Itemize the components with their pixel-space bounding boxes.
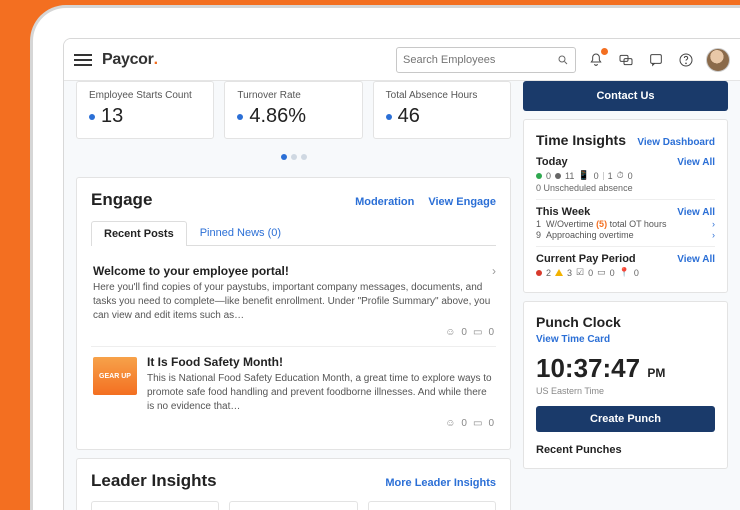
- view-all-period-link[interactable]: View All: [677, 254, 715, 265]
- time-insights-title: Time Insights: [536, 132, 626, 148]
- clock-display: 10:37:47 PM: [536, 353, 715, 384]
- stat-label: Employee Starts Count: [89, 90, 201, 101]
- stats-pager[interactable]: [76, 139, 511, 169]
- chevron-right-icon: ›: [712, 219, 715, 229]
- period-counts: 2 3 ☑0 ▭0 📍0: [536, 267, 715, 278]
- punch-clock-panel: Punch Clock View Time Card 10:37:47 PM U…: [523, 301, 728, 469]
- react-icon[interactable]: ☺: [445, 418, 455, 429]
- this-week-label: This Week: [536, 206, 590, 218]
- view-dashboard-link[interactable]: View Dashboard: [637, 137, 715, 148]
- post-title: Welcome to your employee portal!: [93, 264, 494, 278]
- contact-us-button[interactable]: Contact Us: [523, 81, 728, 111]
- stat-card-absence[interactable]: Total Absence Hours 46: [373, 81, 511, 139]
- notifications-icon[interactable]: [586, 50, 606, 70]
- timezone-label: US Eastern Time: [536, 386, 715, 396]
- search-icon: [557, 54, 569, 66]
- create-punch-button[interactable]: Create Punch: [536, 406, 715, 432]
- chevron-right-icon: ›: [492, 264, 496, 278]
- search-box[interactable]: [396, 47, 576, 73]
- user-avatar[interactable]: [706, 48, 730, 72]
- insight-promotions[interactable]: Promotions 20% % of team who received pr…: [91, 501, 219, 510]
- stat-label: Turnover Rate: [237, 90, 349, 101]
- viewport: Paycor.: [63, 38, 740, 510]
- approaching-overtime-line[interactable]: 9 Approaching overtime ›: [536, 230, 715, 240]
- stat-value: 46: [398, 105, 420, 128]
- pay-period-label: Current Pay Period: [536, 253, 636, 265]
- warning-icon: [555, 269, 563, 276]
- more-leader-insights-link[interactable]: More Leader Insights: [385, 477, 496, 489]
- stat-value: 4.86%: [249, 105, 306, 128]
- stat-label: Total Absence Hours: [386, 90, 498, 101]
- post-thumbnail: GEAR UP: [93, 357, 137, 395]
- engage-panel: Engage Moderation View Engage Recent Pos…: [76, 177, 511, 450]
- dot-icon: [89, 114, 95, 120]
- brand-logo: Paycor.: [102, 51, 158, 69]
- main-column: Employee Starts Count 13 Turnover Rate 4…: [76, 81, 511, 510]
- react-icon[interactable]: ☺: [445, 327, 455, 338]
- leader-title: Leader Insights: [91, 471, 217, 491]
- brand-name: Paycor: [102, 51, 154, 68]
- search-input[interactable]: [403, 54, 557, 66]
- post-title: It Is Food Safety Month!: [147, 355, 494, 369]
- post-body: This is National Food Safety Education M…: [147, 372, 494, 414]
- stat-card-employee-starts[interactable]: Employee Starts Count 13: [76, 81, 214, 139]
- menu-button[interactable]: [74, 51, 92, 69]
- insight-payrate[interactable]: Pay Rate Changes 20.54% Average % of Pay…: [368, 501, 496, 510]
- comment-icon[interactable]: ▭: [473, 327, 482, 338]
- post-item[interactable]: Welcome to your employee portal! Here yo…: [91, 256, 496, 346]
- tablet-bezel: Paycor.: [30, 5, 740, 510]
- leader-insights-panel: Leader Insights More Leader Insights Pro…: [76, 458, 511, 510]
- view-all-week-link[interactable]: View All: [677, 207, 715, 218]
- messages-icon[interactable]: [616, 50, 636, 70]
- moderation-link[interactable]: Moderation: [355, 196, 414, 208]
- time-insights-panel: Time Insights View Dashboard Today View …: [523, 119, 728, 293]
- post-item[interactable]: GEAR UP It Is Food Safety Month! This is…: [91, 346, 496, 437]
- stat-value: 13: [101, 105, 123, 128]
- dot-icon: [386, 114, 392, 120]
- comment-count: 0: [488, 418, 494, 429]
- notification-badge: [601, 48, 608, 55]
- help-icon[interactable]: [676, 50, 696, 70]
- react-count: 0: [461, 327, 467, 338]
- today-label: Today: [536, 156, 568, 168]
- feedback-icon[interactable]: [646, 50, 666, 70]
- react-count: 0: [461, 418, 467, 429]
- engage-tabs: Recent Posts Pinned News (0): [91, 220, 496, 246]
- tab-pinned-news[interactable]: Pinned News (0): [187, 220, 294, 245]
- unscheduled-absence: 0 Unscheduled absence: [536, 183, 715, 193]
- dot-icon: [237, 114, 243, 120]
- comment-count: 0: [488, 327, 494, 338]
- view-all-today-link[interactable]: View All: [677, 157, 715, 168]
- punch-clock-title: Punch Clock: [536, 314, 715, 330]
- comment-icon[interactable]: ▭: [473, 418, 482, 429]
- view-engage-link[interactable]: View Engage: [428, 196, 496, 208]
- stat-card-turnover[interactable]: Turnover Rate 4.86%: [224, 81, 362, 139]
- insight-recognitions[interactable]: Recognitions 0% % of team who received r…: [229, 501, 357, 510]
- view-time-card-link[interactable]: View Time Card: [536, 334, 715, 345]
- content-area: Employee Starts Count 13 Turnover Rate 4…: [64, 81, 740, 510]
- tab-recent-posts[interactable]: Recent Posts: [91, 221, 187, 246]
- side-column: Contact Us Time Insights View Dashboard …: [523, 81, 728, 510]
- recent-punches-header: Recent Punches: [536, 444, 715, 456]
- today-counts: 0 11 📱0 1 ⏱0: [536, 170, 715, 181]
- app-frame-background: Paycor.: [0, 0, 740, 510]
- chevron-right-icon: ›: [712, 230, 715, 240]
- engage-title: Engage: [91, 190, 152, 210]
- stats-row: Employee Starts Count 13 Turnover Rate 4…: [76, 81, 511, 139]
- overtime-line[interactable]: 1 W/Overtime (5) total OT hours ›: [536, 219, 715, 229]
- post-body: Here you'll find copies of your paystubs…: [93, 281, 494, 323]
- top-bar: Paycor.: [64, 39, 740, 81]
